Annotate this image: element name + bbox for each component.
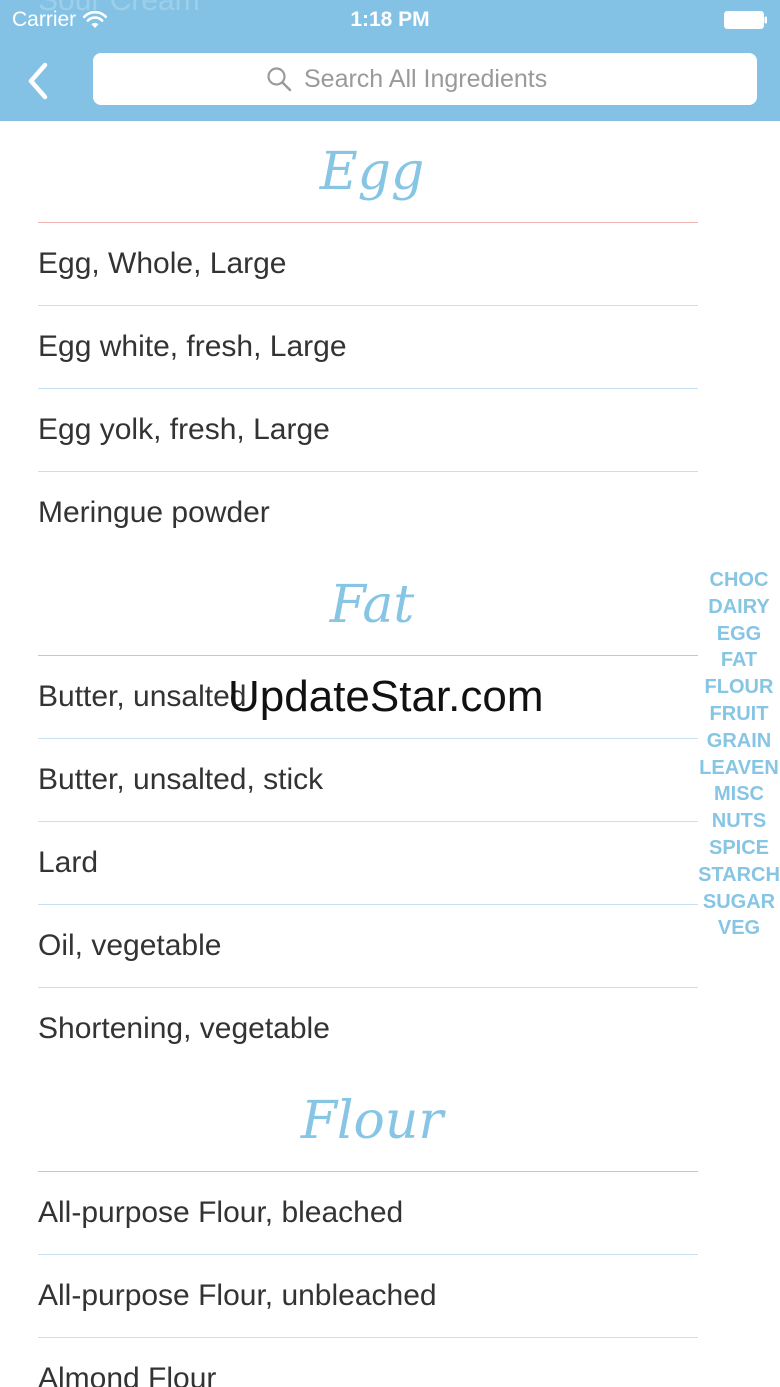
section-index-bar[interactable]: CHOC DAIRY EGG FAT FLOUR FRUIT GRAIN LEA…: [698, 567, 780, 942]
index-item-flour[interactable]: FLOUR: [698, 674, 780, 701]
index-item-misc[interactable]: MISC: [698, 781, 780, 808]
nav-header: Sour Cream Carrier 1:18 PM: [0, 0, 780, 121]
section-title: Egg: [319, 141, 425, 202]
list-item[interactable]: Oil, vegetable: [38, 905, 698, 988]
list-item[interactable]: Shortening, vegetable: [38, 988, 698, 1070]
list-item[interactable]: Egg yolk, fresh, Large: [38, 389, 698, 472]
index-item-spice[interactable]: SPICE: [698, 835, 780, 862]
section-title: Flour: [300, 1090, 444, 1151]
ingredient-list: Egg Egg, Whole, Large Egg white, fresh, …: [0, 121, 780, 1387]
search-input[interactable]: [304, 64, 584, 94]
index-item-choc[interactable]: CHOC: [698, 567, 780, 594]
index-item-fruit[interactable]: FRUIT: [698, 701, 780, 728]
index-item-sugar[interactable]: SUGAR: [698, 889, 780, 916]
section-header-egg: Egg: [38, 121, 698, 223]
chevron-left-icon: [28, 62, 48, 100]
status-time: 1:18 PM: [350, 8, 430, 31]
watermark-text: UpdateStar.com: [228, 672, 544, 721]
list-item[interactable]: Egg white, fresh, Large: [38, 306, 698, 389]
list-item[interactable]: Almond Flour: [38, 1338, 698, 1387]
index-item-fat[interactable]: FAT: [698, 647, 780, 674]
index-item-nuts[interactable]: NUTS: [698, 808, 780, 835]
list-item[interactable]: All-purpose Flour, bleached: [38, 1172, 698, 1255]
back-button[interactable]: [14, 58, 62, 104]
index-item-starch[interactable]: STARCH: [698, 862, 780, 889]
battery-icon: [724, 11, 767, 29]
index-item-egg[interactable]: EGG: [698, 621, 780, 648]
search-icon: [267, 67, 292, 92]
list-item[interactable]: Butter, unsalted, stick: [38, 739, 698, 822]
section-header-fat: Fat: [38, 554, 698, 656]
index-item-grain[interactable]: GRAIN: [698, 728, 780, 755]
list-item[interactable]: Egg, Whole, Large: [38, 223, 698, 306]
list-item[interactable]: Meringue powder: [38, 472, 698, 554]
index-item-dairy[interactable]: DAIRY: [698, 594, 780, 621]
list-item[interactable]: All-purpose Flour, unbleached: [38, 1255, 698, 1338]
section-title: Fat: [329, 574, 415, 635]
search-field[interactable]: [93, 53, 757, 105]
list-item[interactable]: Lard: [38, 822, 698, 905]
status-bar: Carrier 1:18 PM: [0, 0, 780, 40]
app-screen: Sour Cream Carrier 1:18 PM Search All In…: [0, 0, 780, 1387]
index-item-veg[interactable]: VEG: [698, 915, 780, 942]
section-header-flour: Flour: [38, 1070, 698, 1172]
index-item-leaven[interactable]: LEAVEN: [698, 755, 780, 782]
